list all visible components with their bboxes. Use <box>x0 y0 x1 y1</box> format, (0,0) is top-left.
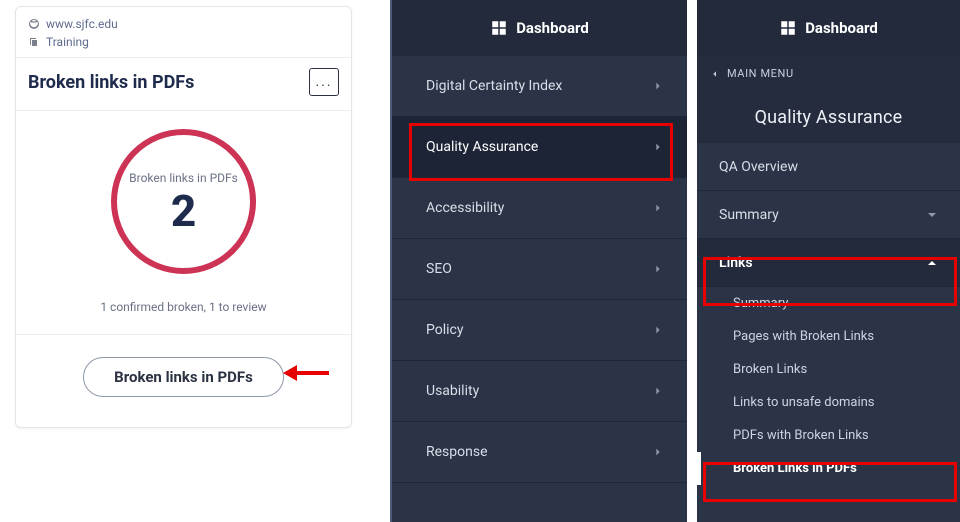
nav-item-label: Accessibility <box>426 200 504 216</box>
nav-item-label: SEO <box>426 261 452 277</box>
ring-value: 2 <box>171 189 196 233</box>
chevron-left-icon <box>711 68 719 80</box>
subnav-child-broken-links[interactable]: Broken Links <box>697 353 960 386</box>
nav-item-accessibility[interactable]: Accessibility <box>392 178 687 239</box>
card-title: Broken links in PDFs <box>28 72 194 93</box>
ring-label: Broken links in PDFs <box>129 171 238 185</box>
subnav-item-label: Summary <box>719 207 779 223</box>
chevron-right-icon <box>653 201 663 215</box>
subnav-item-links[interactable]: Links <box>697 239 960 287</box>
training-label: Training <box>46 33 89 51</box>
back-label: MAIN MENU <box>727 67 794 80</box>
nav-item-label: Quality Assurance <box>426 139 538 155</box>
card-body: Broken links in PDFs 2 1 confirmed broke… <box>16 110 351 334</box>
chevron-right-icon <box>653 384 663 398</box>
chevron-right-icon <box>653 323 663 337</box>
copy-icon <box>28 36 40 48</box>
nav-item-label: Response <box>426 444 488 460</box>
card-head: Broken links in PDFs ... <box>16 57 351 110</box>
chevron-right-icon <box>653 262 663 276</box>
broken-links-button[interactable]: Broken links in PDFs <box>83 357 284 397</box>
nav-item-label: Digital Certainty Index <box>426 78 562 94</box>
panel-gap <box>687 0 697 522</box>
site-row: www.sjfc.edu <box>28 15 339 33</box>
dashboard-header[interactable]: Dashboard <box>392 0 687 56</box>
ring-caption: 1 confirmed broken, 1 to review <box>100 300 266 314</box>
metric-ring: Broken links in PDFs 2 <box>111 129 256 274</box>
nav-item-usability[interactable]: Usability <box>392 361 687 422</box>
nav-item-policy[interactable]: Policy <box>392 300 687 361</box>
subnav-item-summary[interactable]: Summary <box>697 191 960 239</box>
chevron-right-icon <box>653 140 663 154</box>
training-row: Training <box>28 33 339 51</box>
dashboard-icon <box>779 19 797 37</box>
card-more-button[interactable]: ... <box>309 68 339 96</box>
nav-item-response[interactable]: Response <box>392 422 687 483</box>
sub-nav-panel: Dashboard MAIN MENU Quality Assurance QA… <box>697 0 960 522</box>
chevron-down-icon <box>926 209 938 221</box>
subnav-item-label: Links <box>719 255 753 271</box>
subnav-child-broken-links-in-pdfs[interactable]: Broken Links in PDFs <box>697 452 960 485</box>
subnav-child-pdfs-with-broken-links[interactable]: PDFs with Broken Links <box>697 419 960 452</box>
card-foot: Broken links in PDFs <box>16 334 351 427</box>
site-label: www.sjfc.edu <box>46 15 118 33</box>
subnav-item-label: QA Overview <box>719 159 798 175</box>
subnav-child-links-to-unsafe-domains[interactable]: Links to unsafe domains <box>697 386 960 419</box>
nav-item-digital-certainty-index[interactable]: Digital Certainty Index <box>392 56 687 117</box>
chevron-right-icon <box>653 79 663 93</box>
nav-item-seo[interactable]: SEO <box>392 239 687 300</box>
nav-item-label: Usability <box>426 383 479 399</box>
globe-icon <box>28 18 40 30</box>
nav-item-quality-assurance[interactable]: Quality Assurance <box>392 117 687 178</box>
chevron-right-icon <box>653 445 663 459</box>
main-nav-panel: Dashboard Digital Certainty Index Quality… <box>392 0 687 522</box>
widget-panel: www.sjfc.edu Training Broken links in PD… <box>0 0 390 522</box>
subnav-child-pages-with-broken-links[interactable]: Pages with Broken Links <box>697 320 960 353</box>
nav-item-label: Policy <box>426 322 464 338</box>
dashboard-header[interactable]: Dashboard <box>697 0 960 56</box>
subnav-child-summary[interactable]: Summary <box>697 287 960 320</box>
chevron-up-icon <box>926 257 938 269</box>
card-meta: www.sjfc.edu Training <box>16 7 351 57</box>
section-title: Quality Assurance <box>697 91 960 143</box>
dashboard-label: Dashboard <box>805 19 878 37</box>
back-to-main-menu[interactable]: MAIN MENU <box>697 56 960 91</box>
broken-links-card: www.sjfc.edu Training Broken links in PD… <box>15 6 352 428</box>
dashboard-label: Dashboard <box>516 19 589 37</box>
subnav-item-qa-overview[interactable]: QA Overview <box>697 143 960 191</box>
dashboard-icon <box>490 19 508 37</box>
